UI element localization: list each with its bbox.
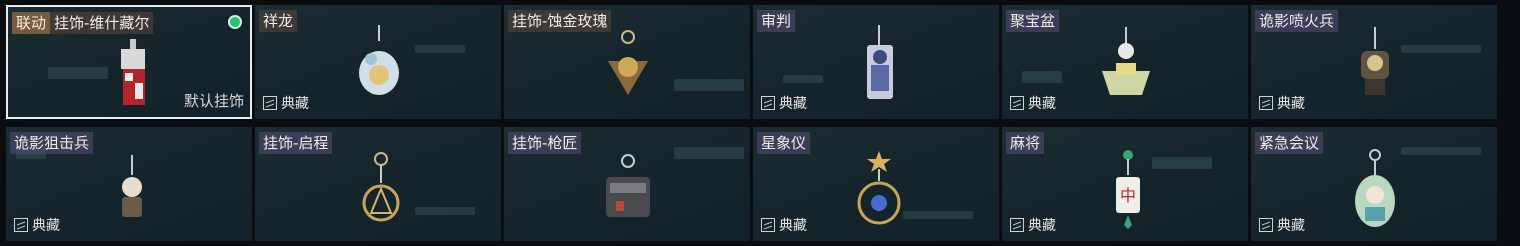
charm-name: 祥龙 — [259, 10, 298, 32]
collection-badge: 典藏 — [1010, 215, 1056, 235]
charm-image — [122, 155, 142, 217]
charm-card-shijin-rose[interactable]: 挂饰-蚀金玫瑰 — [504, 5, 750, 119]
charm-card-qiangjiang[interactable]: 挂饰-枪匠 — [504, 127, 750, 241]
collection-badge: 典藏 — [263, 93, 309, 113]
collection-badge: 典藏 — [1010, 93, 1056, 113]
charm-name: 挂饰-维什藏尔 — [50, 12, 154, 34]
charm-image — [857, 151, 901, 225]
svg-text:中: 中 — [1120, 186, 1136, 205]
charm-image: 中 — [1116, 150, 1140, 229]
collection-badge: 典藏 — [761, 215, 807, 235]
charm-image — [121, 39, 145, 105]
charm-name: 挂饰-启程 — [259, 132, 333, 154]
charm-image — [1102, 27, 1150, 95]
collection-badge: 典藏 — [1259, 93, 1305, 113]
charm-image — [867, 25, 893, 99]
collection-icon — [761, 96, 775, 110]
charm-card-vishzangeer[interactable]: 联动 挂饰-维什藏尔 默认挂饰 — [6, 5, 252, 119]
charm-card-xingxiangyi[interactable]: 星象仪 典藏 — [753, 127, 999, 241]
collection-badge: 典藏 — [761, 93, 807, 113]
charm-card-qicheng[interactable]: 挂饰-启程 — [255, 127, 501, 241]
charm-image — [606, 154, 650, 217]
collab-badge: 联动 — [12, 12, 51, 34]
charm-name: 星象仪 — [757, 132, 811, 154]
charm-name: 麻将 — [1006, 132, 1045, 154]
charm-image — [608, 30, 648, 95]
charm-card-guiying-flamethrower[interactable]: 诡影喷火兵 典藏 — [1251, 5, 1497, 119]
charm-card-shenpan[interactable]: 审判 典藏 — [753, 5, 999, 119]
collection-icon — [1010, 218, 1024, 232]
charm-name: 挂饰-枪匠 — [508, 132, 582, 154]
charm-image — [362, 152, 400, 222]
collection-icon — [1259, 96, 1273, 110]
collection-icon — [1010, 96, 1024, 110]
collection-icon — [1259, 218, 1273, 232]
collection-icon — [761, 218, 775, 232]
charm-card-xianglong[interactable]: 祥龙 典藏 — [255, 5, 501, 119]
charm-image — [359, 25, 399, 95]
charm-card-jubaopen[interactable]: 聚宝盆 典藏 — [1002, 5, 1248, 119]
charm-card-jinji-huiyi[interactable]: 紧急会议 典藏 — [1251, 127, 1497, 241]
collection-icon — [14, 218, 28, 232]
charm-name: 挂饰-蚀金玫瑰 — [508, 10, 612, 32]
charm-image — [1355, 149, 1395, 227]
charm-grid: 联动 挂饰-维什藏尔 默认挂饰 祥龙 典藏 挂饰-蚀金玫瑰 审判 典藏 聚宝盆 … — [6, 5, 1498, 241]
charm-name: 审判 — [757, 10, 796, 32]
charm-name: 诡影喷火兵 — [1255, 10, 1339, 32]
charm-image — [1361, 27, 1389, 95]
charm-name: 诡影狙击兵 — [10, 132, 94, 154]
collection-badge: 典藏 — [14, 215, 60, 235]
charm-name: 紧急会议 — [1255, 132, 1324, 154]
default-charm-label: 默认挂饰 — [183, 92, 244, 110]
charm-card-guiying-sniper[interactable]: 诡影狙击兵 典藏 — [6, 127, 252, 241]
equipped-indicator — [228, 15, 242, 29]
collection-icon — [263, 96, 277, 110]
collection-badge: 典藏 — [1259, 215, 1305, 235]
charm-name: 聚宝盆 — [1006, 10, 1060, 32]
charm-card-majiang[interactable]: 麻将 中 典藏 — [1002, 127, 1248, 241]
